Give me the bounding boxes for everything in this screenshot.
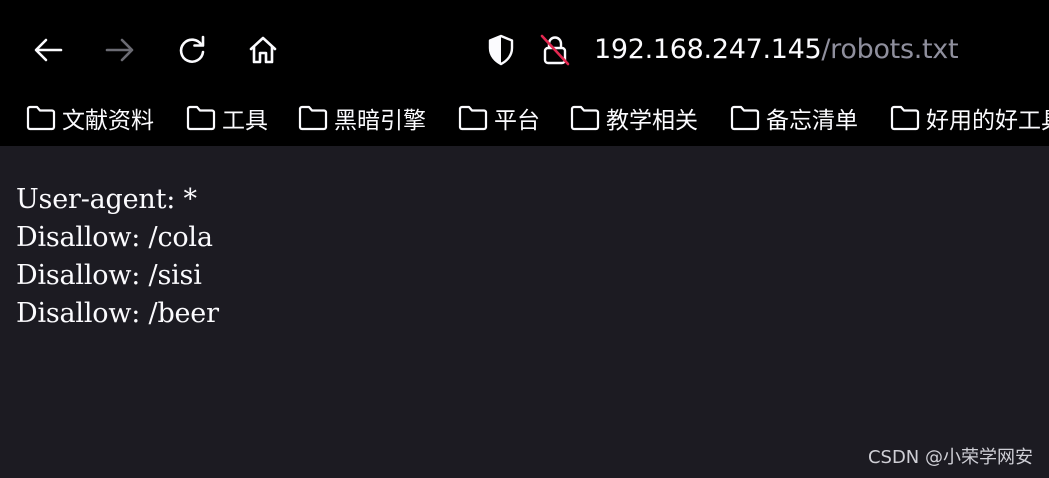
bookmark-label: 文献资料 (62, 108, 154, 134)
bookmark-label: 黑暗引擎 (334, 108, 426, 134)
page-content: User-agent: * Disallow: /cola Disallow: … (0, 146, 1049, 478)
folder-icon (890, 105, 920, 131)
bookmark-folder-文献资料[interactable]: 文献资料 (26, 101, 154, 135)
shield-icon (488, 34, 514, 66)
browser-window: 192.168.247.145/robots.txt 文献资料 工具 黑暗引擎 … (0, 0, 1049, 478)
reload-icon (179, 35, 205, 63)
folder-icon (458, 105, 488, 131)
robots-line-disallow-beer: Disallow: /beer (16, 298, 219, 329)
tracking-protection-button[interactable] (482, 31, 520, 69)
robots-line-user-agent: User-agent: * (16, 184, 197, 215)
bookmark-label: 备忘清单 (766, 108, 858, 134)
site-security-button[interactable] (536, 31, 574, 69)
folder-icon (730, 105, 760, 131)
folder-icon (26, 105, 56, 131)
bookmark-folder-备忘清单[interactable]: 备忘清单 (730, 101, 858, 135)
forward-button[interactable] (98, 28, 142, 72)
navigation-toolbar: 192.168.247.145/robots.txt (0, 0, 1049, 92)
robots-line-disallow-sisi: Disallow: /sisi (16, 260, 202, 291)
url-host: 192.168.247.145 (594, 34, 822, 65)
bookmark-folder-黑暗引擎[interactable]: 黑暗引擎 (298, 101, 426, 135)
home-icon (249, 36, 277, 64)
folder-icon (570, 105, 600, 131)
bookmark-folder-好用的好工具[interactable]: 好用的好工具 (890, 101, 1049, 135)
bookmark-label: 好用的好工具 (926, 108, 1049, 134)
url-path: /robots.txt (821, 34, 959, 65)
reload-button[interactable] (170, 28, 214, 72)
bookmark-folder-平台[interactable]: 平台 (458, 101, 540, 135)
bookmarks-toolbar: 文献资料 工具 黑暗引擎 平台 教学相关 备忘清单 好用的好工具 (0, 92, 1049, 146)
bookmark-folder-教学相关[interactable]: 教学相关 (570, 101, 698, 135)
arrow-right-icon (105, 38, 134, 62)
bookmark-folder-工具[interactable]: 工具 (186, 101, 268, 135)
folder-icon (298, 105, 328, 131)
back-button[interactable] (26, 28, 70, 72)
arrow-left-icon (34, 38, 63, 62)
bookmark-label: 工具 (222, 108, 268, 134)
bookmark-label: 平台 (494, 108, 540, 134)
bookmark-label: 教学相关 (606, 108, 698, 134)
lock-slashed-icon (540, 34, 570, 66)
robots-line-disallow-cola: Disallow: /cola (16, 222, 213, 253)
url-text[interactable]: 192.168.247.145/robots.txt (594, 31, 959, 69)
home-button[interactable] (241, 28, 285, 72)
folder-icon (186, 105, 216, 131)
watermark: CSDN @小荣学网安 (867, 447, 1033, 468)
url-bar[interactable]: 192.168.247.145/robots.txt (470, 22, 1049, 78)
